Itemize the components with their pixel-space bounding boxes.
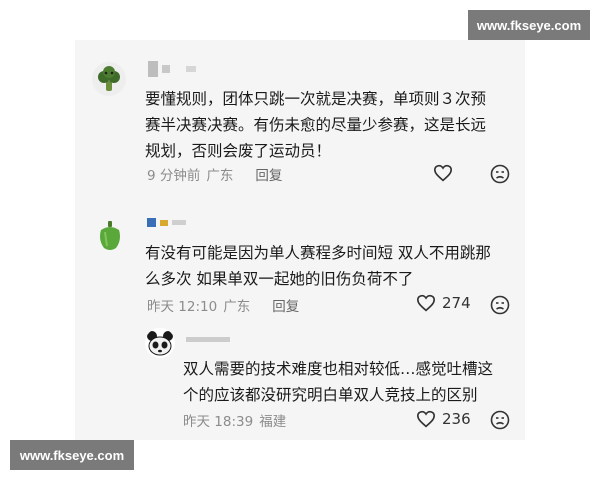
comment-text: 要懂规则，团体只跳一次就是决赛，单项则３次预 赛半决赛决赛。有伤未愈的尽量少参赛… xyxy=(145,90,487,160)
like-count: 236 xyxy=(442,410,471,428)
heart-icon xyxy=(433,164,453,182)
dislike-button[interactable] xyxy=(490,295,510,319)
reply-button[interactable]: 回复 xyxy=(272,295,299,315)
like-button[interactable]: 274 xyxy=(416,294,471,312)
avatar[interactable] xyxy=(92,62,126,96)
comment-time: 9 分钟前 xyxy=(147,168,201,184)
comment-meta: 昨天 18:39 福建 回复 xyxy=(183,410,308,430)
reply-button[interactable]: 回复 xyxy=(255,164,282,184)
comment-text: 有没有可能是因为单人赛程多时间短 双人不用跳那 么多次 如果单双一起她的旧伤负荷… xyxy=(145,244,491,288)
frown-face-icon xyxy=(490,164,510,184)
comment-time: 昨天 18:39 xyxy=(183,414,254,430)
avatar[interactable] xyxy=(145,328,175,358)
like-count: 274 xyxy=(442,294,471,312)
dislike-button[interactable] xyxy=(490,164,510,188)
frown-face-icon xyxy=(490,295,510,315)
username[interactable] xyxy=(148,61,196,77)
comment-text: 双人需要的技术难度也相对较低…感觉吐槽这 个的应该都没研究明白单双人竞技上的区别 xyxy=(183,360,494,404)
username[interactable] xyxy=(147,218,186,227)
avatar[interactable] xyxy=(93,219,127,253)
like-button[interactable]: 236 xyxy=(416,410,471,428)
comment-time: 昨天 12:10 xyxy=(147,299,218,315)
broccoli-icon xyxy=(98,66,120,91)
dislike-button[interactable] xyxy=(490,410,510,434)
comment-meta: 9 分钟前 广东 回复 xyxy=(147,164,282,184)
comment-location: 广东 xyxy=(223,299,251,315)
panda-icon xyxy=(145,328,175,358)
watermark-top: www.fkseye.com xyxy=(468,10,590,40)
username[interactable] xyxy=(186,337,230,342)
comment-location: 广东 xyxy=(206,168,234,184)
comment-location: 福建 xyxy=(259,414,287,430)
frown-face-icon xyxy=(490,410,510,430)
like-button[interactable] xyxy=(433,164,459,182)
green-pepper-icon xyxy=(100,221,120,250)
heart-icon xyxy=(416,294,436,312)
heart-icon xyxy=(416,410,436,428)
comment-meta: 昨天 12:10 广东 回复 xyxy=(147,295,299,315)
watermark-bottom: www.fkseye.com xyxy=(10,440,134,470)
